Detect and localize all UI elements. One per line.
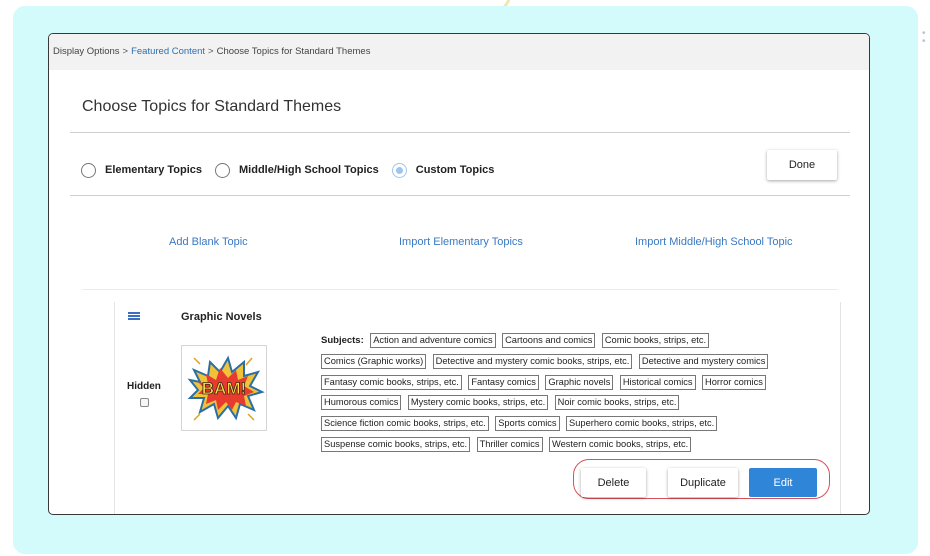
subject-tag[interactable]: Detective and mystery comics	[638, 353, 769, 369]
subject-tag[interactable]: Comics (Graphic works)	[321, 353, 427, 369]
title-divider	[70, 132, 850, 133]
radio-middle-high-topics[interactable]	[215, 162, 230, 178]
drag-handle-icon[interactable]	[128, 312, 140, 322]
breadcrumb-separator: >	[122, 46, 129, 57]
subject-tag[interactable]: Western comic books, strips, etc.	[548, 436, 692, 452]
breadcrumb: Display Options > Featured Content > Choose …	[53, 46, 370, 57]
subjects-list: Subjects: Action and adventure comics Ca…	[321, 330, 821, 455]
topic-type-radio-group: Elementary Topics Middle/High School Top…	[81, 160, 507, 180]
breadcrumb-featured-content[interactable]: Featured Content	[131, 46, 205, 57]
subject-tag[interactable]: Humorous comics	[321, 395, 402, 411]
breadcrumb-current: Choose Topics for Standard Themes	[216, 46, 371, 57]
subject-tag[interactable]: Comic books, strips, etc.	[601, 333, 710, 348]
topic-image: BAM!	[181, 345, 267, 431]
more-dots-icon: • •	[922, 28, 926, 47]
subject-tag[interactable]: Cartoons and comics	[502, 333, 596, 348]
done-button[interactable]: Done	[767, 150, 837, 180]
subject-tag[interactable]: Detective and mystery comic books, strip…	[432, 353, 633, 369]
bam-comic-image: BAM!	[187, 355, 265, 421]
bam-text: BAM!	[202, 379, 246, 398]
subject-tag[interactable]: Science fiction comic books, strips, etc…	[321, 416, 489, 432]
topic-card: Graphic Novels Hidden BAM! Subjects: Act	[114, 302, 841, 514]
edit-button[interactable]: Edit	[749, 468, 817, 497]
radio-label-elementary[interactable]: Elementary Topics	[105, 164, 202, 176]
topic-title: Graphic Novels	[181, 311, 262, 323]
subject-tag[interactable]: Sports comics	[495, 416, 560, 432]
subject-tag[interactable]: Horror comics	[702, 374, 766, 390]
page-title: Choose Topics for Standard Themes	[82, 98, 342, 115]
hidden-label: Hidden	[127, 381, 161, 392]
subject-tag[interactable]: Thriller comics	[476, 436, 543, 452]
app-window: Display Options > Featured Content > Choose …	[48, 33, 870, 515]
radio-custom-topics[interactable]	[391, 162, 407, 178]
subject-tag[interactable]: Noir comic books, strips, etc.	[554, 395, 680, 411]
options-divider	[70, 195, 850, 196]
breadcrumb-bar: Display Options > Featured Content > Choose …	[49, 34, 869, 70]
subject-tag[interactable]: Historical comics	[619, 374, 696, 390]
duplicate-button[interactable]: Duplicate	[668, 468, 738, 497]
subject-tag[interactable]: Fantasy comics	[468, 374, 539, 390]
subject-tag[interactable]: Graphic novels	[545, 374, 614, 390]
breadcrumb-display-options[interactable]: Display Options	[53, 46, 120, 57]
main-panel: Choose Topics for Standard Themes Elemen…	[69, 72, 851, 514]
radio-label-custom[interactable]: Custom Topics	[416, 164, 495, 176]
breadcrumb-separator: >	[208, 46, 214, 57]
import-elementary-topics-link[interactable]: Import Elementary Topics	[399, 236, 523, 248]
delete-button[interactable]: Delete	[581, 468, 646, 497]
actions-divider	[82, 289, 838, 290]
radio-label-middle-high[interactable]: Middle/High School Topics	[239, 164, 379, 176]
subjects-label: Subjects:	[321, 335, 364, 346]
subject-tag[interactable]: Mystery comic books, strips, etc.	[407, 395, 549, 411]
radio-elementary-topics[interactable]	[81, 162, 96, 178]
subject-tag[interactable]: Suspense comic books, strips, etc.	[321, 436, 471, 452]
add-blank-topic-link[interactable]: Add Blank Topic	[169, 236, 248, 248]
import-middle-high-topic-link[interactable]: Import Middle/High School Topic	[635, 236, 793, 248]
subject-tag[interactable]: Fantasy comic books, strips, etc.	[321, 374, 462, 390]
subject-tag[interactable]: Action and adventure comics	[370, 333, 496, 348]
hidden-checkbox[interactable]	[140, 398, 149, 407]
subject-tag[interactable]: Superhero comic books, strips, etc.	[566, 416, 718, 432]
